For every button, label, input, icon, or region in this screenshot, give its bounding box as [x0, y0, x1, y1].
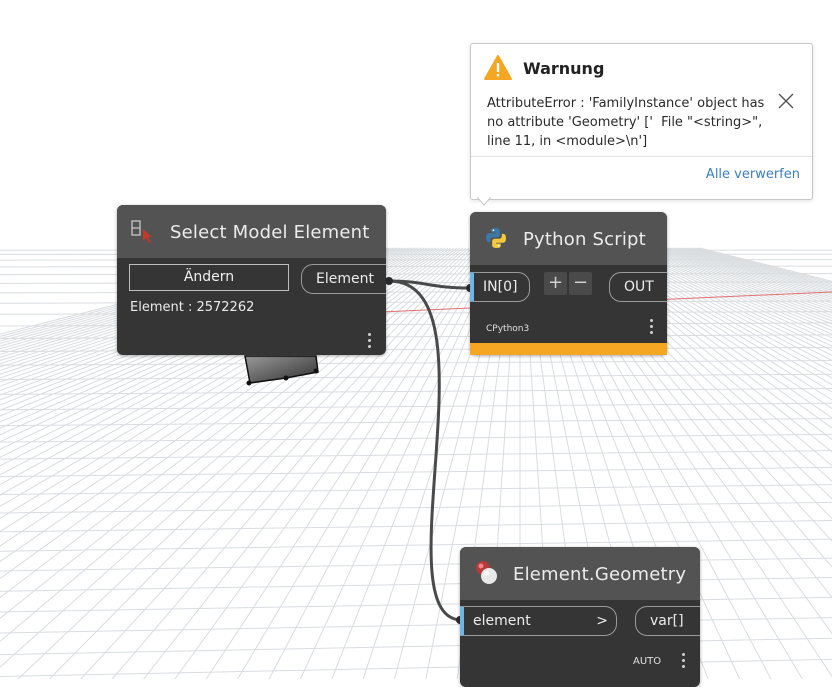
warning-popup[interactable]: Warnung AttributeError : 'FamilyInstance…	[470, 43, 813, 200]
engine-label: CPython3	[486, 324, 529, 334]
warning-message: AttributeError : 'FamilyInstance' object…	[487, 94, 772, 151]
node-title: Select Model Element	[170, 222, 370, 243]
add-input-button[interactable]: +	[544, 272, 567, 295]
node-header[interactable]: Element.Geometry	[460, 547, 700, 600]
remove-input-button[interactable]: −	[569, 272, 592, 295]
change-button-label: Ändern	[184, 269, 234, 285]
input-arrow: >	[596, 607, 608, 635]
wire-element-to-geometry	[389, 281, 462, 620]
remove-input-label: −	[573, 272, 588, 293]
divider	[471, 156, 812, 157]
output-port-label: var[]	[650, 613, 684, 629]
out-output-port[interactable]: OUT	[609, 272, 667, 302]
warning-triangle-icon	[483, 54, 513, 82]
python-logo-icon	[484, 226, 508, 250]
node-title: Element.Geometry	[513, 564, 686, 585]
element-geometry-node[interactable]: Element.Geometry element > var[] AUTO	[460, 547, 700, 687]
dismiss-all-link[interactable]: Alle verwerfen	[706, 167, 800, 182]
workspace-canvas[interactable]: Select Model Element Ändern Element Elem…	[0, 0, 832, 679]
element-output-port[interactable]: Element	[301, 264, 386, 294]
change-button[interactable]: Ändern	[129, 264, 289, 291]
select-element-icon	[130, 219, 154, 243]
node-header[interactable]: Python Script	[470, 212, 667, 265]
input-port-label: IN[0]	[483, 279, 517, 295]
element-id-text: Element : 2572262	[130, 300, 254, 315]
node-title: Python Script	[523, 229, 646, 250]
element-input-port[interactable]: element >	[460, 606, 617, 636]
geometry-sphere-icon	[473, 559, 501, 587]
node-menu-icon[interactable]	[650, 319, 654, 335]
node-menu-icon[interactable]	[682, 653, 686, 669]
popup-pointer	[477, 197, 491, 211]
python-script-node[interactable]: Python Script IN[0] + − OUT CPython3	[470, 212, 667, 355]
var-output-port[interactable]: var[]	[635, 606, 700, 636]
output-port-label: OUT	[624, 279, 654, 295]
in0-input-port[interactable]: IN[0]	[470, 272, 530, 302]
node-header[interactable]: Select Model Element	[117, 205, 386, 258]
node-menu-icon[interactable]	[368, 333, 372, 349]
select-model-element-node[interactable]: Select Model Element Ändern Element Elem…	[117, 205, 386, 355]
close-icon[interactable]	[777, 92, 795, 110]
input-port-label: element	[473, 613, 531, 629]
warning-state-bar	[470, 343, 667, 355]
warning-title: Warnung	[523, 59, 604, 78]
output-port-label: Element	[316, 271, 374, 287]
lacing-label: AUTO	[633, 656, 661, 667]
add-input-label: +	[548, 272, 563, 293]
